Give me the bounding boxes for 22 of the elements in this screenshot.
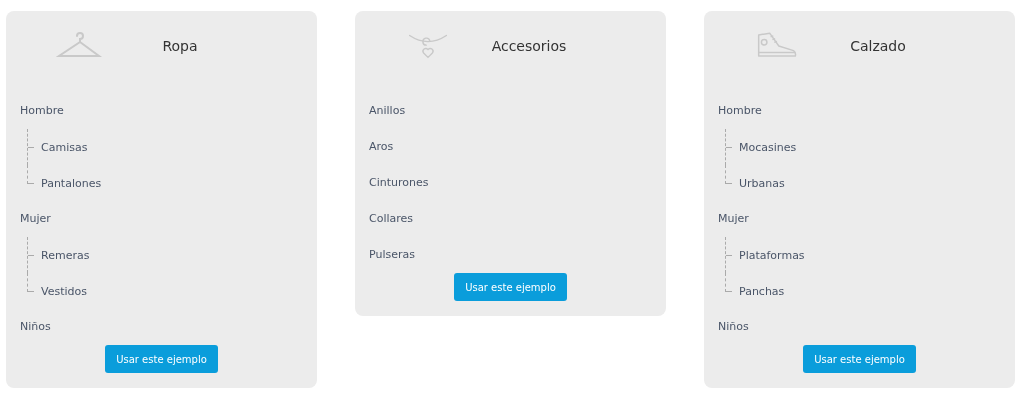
card-title: Accesorios (490, 38, 568, 54)
category-item[interactable]: Pulseras (369, 237, 415, 273)
subcategory-item[interactable]: Urbanas (739, 176, 785, 190)
subcategory-item[interactable]: Pantalones (41, 176, 102, 190)
category-item[interactable]: Niños (718, 309, 749, 345)
subcategory-item[interactable]: Vestidos (41, 284, 87, 298)
category-item[interactable]: Anillos (369, 93, 406, 129)
category-item[interactable]: Cinturones (369, 165, 429, 201)
category-item[interactable]: Hombre (20, 93, 64, 129)
card-title: Ropa (161, 38, 199, 54)
subcategory-item[interactable]: Mocasines (739, 140, 797, 154)
category-item[interactable]: Mujer (718, 201, 749, 237)
category-item[interactable]: Hombre (718, 93, 762, 129)
card-title: Calzado (849, 38, 907, 54)
category-item[interactable]: Collares (369, 201, 414, 237)
subcategory-item[interactable]: Plataformas (739, 248, 805, 262)
category-item[interactable]: Niños (20, 309, 51, 345)
subcategory-item[interactable]: Remeras (41, 248, 90, 262)
subcategory-item[interactable]: Panchas (739, 284, 785, 298)
subcategory-item[interactable]: Camisas (41, 140, 88, 154)
category-item[interactable]: Aros (369, 129, 394, 165)
category-item[interactable]: Mujer (20, 201, 51, 237)
